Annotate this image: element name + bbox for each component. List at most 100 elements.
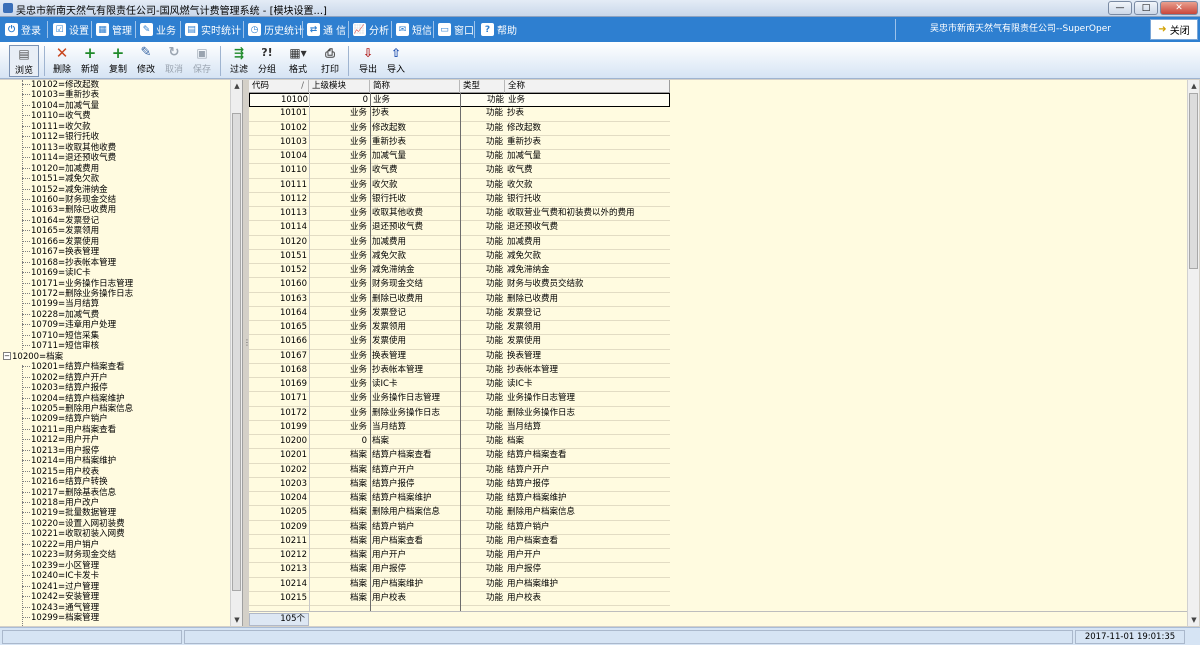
maximize-button[interactable]: □ bbox=[1134, 1, 1158, 15]
tree-node[interactable]: 10214=用户档案维护 bbox=[22, 456, 116, 466]
close-module-button[interactable]: ➜ 关闭 bbox=[1150, 19, 1198, 40]
print-button[interactable]: ⎙ 打印 bbox=[315, 45, 345, 77]
tree-node[interactable]: 10104=加减气量 bbox=[22, 101, 99, 111]
group-button[interactable]: ?! 分组 bbox=[252, 45, 282, 77]
tree-node[interactable]: 10220=设置入网初装费 bbox=[22, 519, 125, 529]
tree-node[interactable]: 10160=财务现金交结 bbox=[22, 195, 116, 205]
tree-node[interactable]: 10167=换表管理 bbox=[22, 247, 99, 257]
tree-node[interactable]: 10163=删除已收费用 bbox=[22, 205, 116, 215]
tree-node[interactable]: 10299=档案管理 bbox=[22, 613, 99, 623]
tree-node[interactable]: 10102=修改起数 bbox=[22, 80, 99, 90]
cell-code: 10215 bbox=[279, 592, 307, 603]
tree-node[interactable]: 10113=收取其他收费 bbox=[22, 143, 116, 153]
menu-history-stats[interactable]: ◷ 历史统计 bbox=[245, 20, 307, 39]
import-button[interactable]: ⇧ 导入 bbox=[381, 45, 411, 77]
window-close-button[interactable]: ✕ bbox=[1160, 1, 1198, 15]
tree-node[interactable]: 10120=加减费用 bbox=[22, 164, 99, 174]
tree-node-label: 10218=用户改户 bbox=[31, 498, 100, 508]
menu-realtime-stats[interactable]: ▤ 实时统计 bbox=[182, 20, 244, 39]
tree-node[interactable]: 10203=结算户报停 bbox=[22, 383, 108, 393]
tree-node[interactable]: 10164=发票登记 bbox=[22, 216, 99, 226]
col-header-code[interactable]: 代码 / bbox=[249, 80, 309, 93]
tree-node-parent[interactable]: −10200=档案 bbox=[3, 352, 63, 362]
col-header-parent[interactable]: 上级模块 bbox=[309, 80, 370, 93]
col-header-type[interactable]: 类型 bbox=[460, 80, 505, 93]
tree-node[interactable]: 10202=结算户开户 bbox=[22, 373, 108, 383]
tree-node[interactable]: 10205=删除用户档案信息 bbox=[22, 404, 133, 414]
tree-node[interactable]: 10216=结算户转换 bbox=[22, 477, 108, 487]
filter-button[interactable]: ⇶ 过滤 bbox=[224, 45, 254, 77]
cancel-button[interactable]: ↻ 取消 bbox=[159, 45, 189, 77]
tree-node[interactable]: 10166=发票使用 bbox=[22, 237, 99, 247]
menu-manage[interactable]: ▦ 管理 bbox=[93, 20, 135, 39]
menu-analysis[interactable]: 📈 分析 bbox=[350, 20, 392, 39]
tree-node[interactable]: 10171=业务操作日志管理 bbox=[22, 279, 133, 289]
tree-node[interactable]: 10114=退还预收气费 bbox=[22, 153, 116, 163]
tree-node[interactable]: 10217=删除基表信息 bbox=[22, 488, 116, 498]
col-header-full[interactable]: 全称 bbox=[505, 80, 670, 93]
tree-node[interactable]: 10204=结算户档案维护 bbox=[22, 394, 125, 404]
scroll-thumb[interactable] bbox=[1189, 93, 1198, 269]
edit-button[interactable]: ✎ 修改 bbox=[131, 45, 161, 77]
tree-node[interactable]: 10222=用户销户 bbox=[22, 540, 99, 550]
tree-node[interactable]: 10172=删除业务操作日志 bbox=[22, 289, 133, 299]
cell-code: 10101 bbox=[279, 108, 307, 119]
scroll-up-icon[interactable]: ▲ bbox=[231, 80, 242, 92]
tree-node[interactable]: 10221=收取初装入网费 bbox=[22, 529, 125, 539]
tree-node[interactable]: 10201=结算户档案查看 bbox=[22, 362, 125, 372]
menu-sms[interactable]: ✉ 短信 bbox=[393, 20, 435, 39]
minimize-button[interactable]: — bbox=[1108, 1, 1132, 15]
tree-node[interactable]: 10168=抄表帐本管理 bbox=[22, 258, 116, 268]
tree-node[interactable]: 10152=减免滞纳金 bbox=[22, 185, 108, 195]
tree-node[interactable]: 10241=过户管理 bbox=[22, 582, 99, 592]
tree-node[interactable]: 10209=结算户销户 bbox=[22, 414, 108, 424]
tree-node[interactable]: 10228=加减气费 bbox=[22, 310, 99, 320]
tree-node[interactable]: 10211=用户档案查看 bbox=[22, 425, 116, 435]
scroll-down-icon[interactable]: ▼ bbox=[231, 614, 242, 626]
tree-node[interactable]: 10243=通气管理 bbox=[22, 603, 99, 613]
tree-node[interactable]: 10110=收气费 bbox=[22, 111, 91, 121]
tree-node[interactable]: 10218=用户改户 bbox=[22, 498, 99, 508]
tree-node[interactable]: 10165=发票领用 bbox=[22, 226, 99, 236]
tree-node-label: 10104=加减气量 bbox=[31, 100, 100, 111]
tree-node[interactable]: 10711=短信审核 bbox=[22, 341, 99, 351]
tree-scrollbar[interactable]: ▲ ▼ bbox=[230, 80, 242, 626]
tree-node[interactable]: 10215=用户校表 bbox=[22, 467, 99, 477]
tree-node[interactable]: 10212=用户开户 bbox=[22, 435, 99, 445]
scroll-thumb[interactable] bbox=[232, 113, 241, 591]
menu-settings[interactable]: ☑ 设置 bbox=[50, 20, 92, 39]
copy-button[interactable]: + 复制 bbox=[103, 45, 133, 77]
cell-short: 读IC卡 bbox=[372, 379, 398, 389]
tree-node[interactable]: 10112=银行托收 bbox=[22, 132, 99, 142]
tree-node[interactable]: 10169=读IC卡 bbox=[22, 268, 91, 278]
tree-node[interactable]: 10242=安装管理 bbox=[22, 592, 99, 602]
menu-communication[interactable]: ⇄ 通 信 bbox=[304, 20, 349, 39]
scroll-down-icon[interactable]: ▼ bbox=[1188, 614, 1200, 626]
add-button[interactable]: + 新增 bbox=[75, 45, 105, 77]
menu-help[interactable]: ? 帮助 bbox=[478, 20, 520, 39]
menu-login[interactable]: ⏻ 登录 bbox=[2, 20, 44, 39]
menu-window[interactable]: ▭ 窗口 bbox=[435, 20, 477, 39]
tree-node[interactable]: 10239=小区管理 bbox=[22, 561, 99, 571]
tree-node[interactable]: 10111=收欠款 bbox=[22, 122, 91, 132]
tree-node[interactable]: 10219=批量数据管理 bbox=[22, 508, 116, 518]
col-header-short[interactable]: 简称 bbox=[370, 80, 460, 93]
grid-scrollbar[interactable]: ▲ ▼ bbox=[1187, 80, 1199, 626]
format-button[interactable]: ▦▾ 格式 bbox=[283, 45, 313, 77]
tree-node[interactable]: 10709=违章用户处理 bbox=[22, 320, 116, 330]
delete-button[interactable]: ✕ 删除 bbox=[47, 45, 77, 77]
cell-parent: 业务 bbox=[349, 179, 367, 190]
tree-node[interactable]: 10223=财务现金交结 bbox=[22, 550, 116, 560]
tree-node[interactable]: 10710=短信采集 bbox=[22, 331, 99, 341]
tree-node[interactable]: 10213=用户报停 bbox=[22, 446, 99, 456]
tree-node[interactable]: 10199=当月结算 bbox=[22, 299, 99, 309]
tree-node[interactable]: 10240=IC卡发卡 bbox=[22, 571, 99, 581]
tree-node[interactable]: 10103=重新抄表 bbox=[22, 90, 99, 100]
menu-business[interactable]: ✎ 业务 bbox=[137, 20, 179, 39]
browse-button[interactable]: ▤ 浏览 bbox=[9, 45, 39, 77]
save-button[interactable]: ▣ 保存 bbox=[187, 45, 217, 77]
collapse-icon[interactable]: − bbox=[3, 352, 11, 361]
scroll-up-icon[interactable]: ▲ bbox=[1188, 80, 1200, 92]
tree-node[interactable]: 10151=减免欠款 bbox=[22, 174, 99, 184]
export-button[interactable]: ⇩ 导出 bbox=[353, 45, 383, 77]
